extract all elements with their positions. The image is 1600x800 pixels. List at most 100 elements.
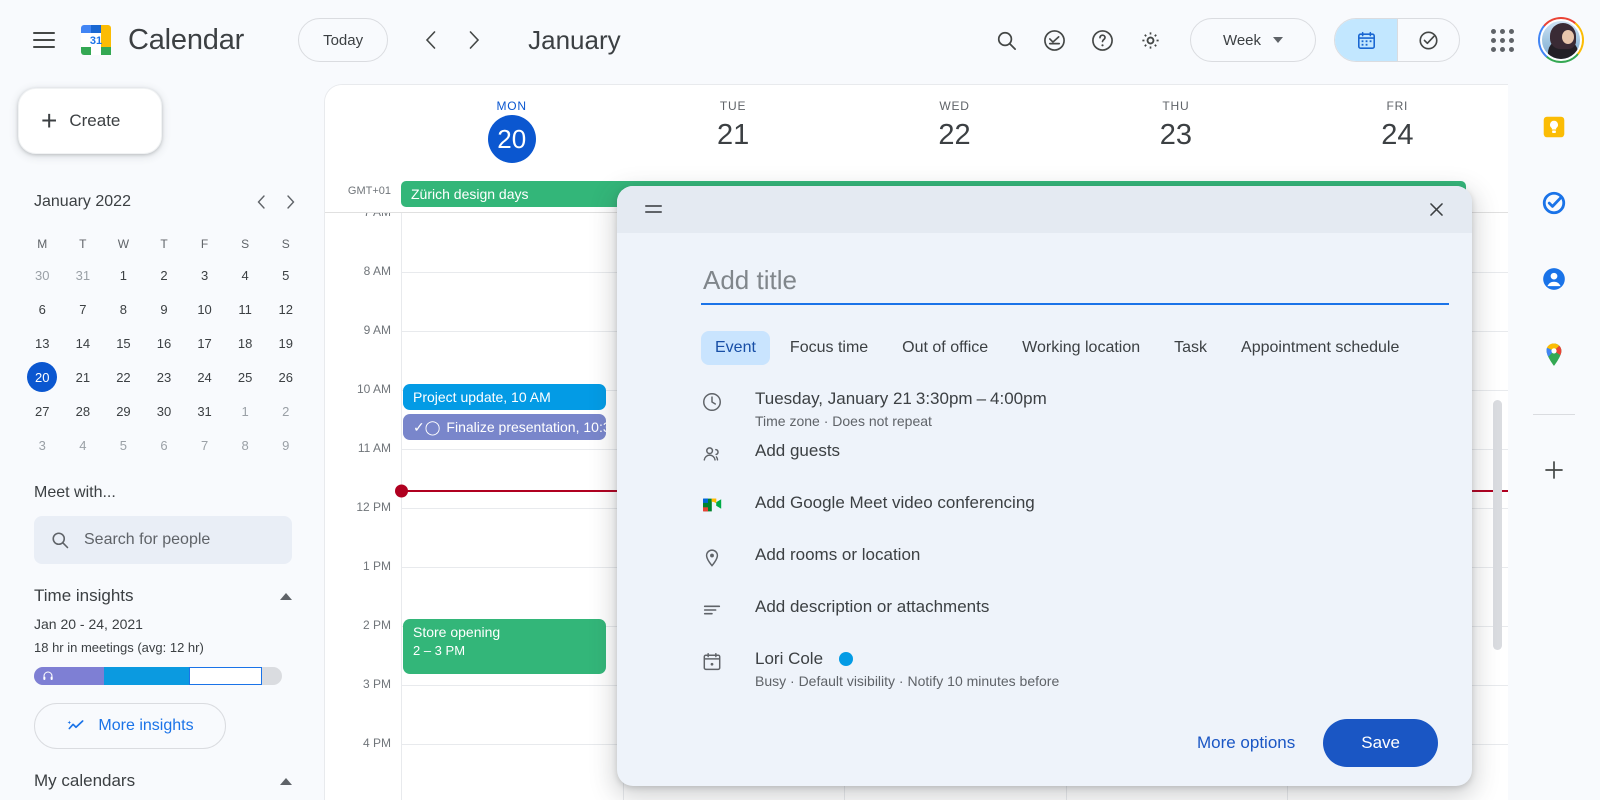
mini-calendar-day[interactable]: 6: [144, 428, 185, 462]
row-google-meet[interactable]: Add Google Meet video conferencing: [701, 493, 1442, 541]
mini-calendar-day[interactable]: 31: [63, 258, 104, 292]
tab-appointment-schedule[interactable]: Appointment schedule: [1227, 331, 1413, 365]
row-location[interactable]: Add rooms or location: [701, 545, 1442, 593]
today-button[interactable]: Today: [298, 18, 389, 62]
calendar-vertical-scrollbar[interactable]: [1493, 400, 1502, 650]
mini-calendar-day[interactable]: 26: [265, 360, 306, 394]
add-location-label[interactable]: Add rooms or location: [755, 545, 1442, 565]
mini-calendar-day[interactable]: 23: [144, 360, 185, 394]
day-header[interactable]: THU 23: [1065, 85, 1286, 179]
row-guests[interactable]: Add guests: [701, 441, 1442, 489]
google-contacts-icon[interactable]: [1533, 258, 1575, 300]
calendar-cell[interactable]: [401, 745, 623, 800]
mini-calendar-day[interactable]: 30: [22, 258, 63, 292]
toggle-tasks-view[interactable]: [1397, 19, 1459, 61]
add-description-label[interactable]: Add description or attachments: [755, 597, 1442, 617]
mini-calendar-day[interactable]: 7: [63, 292, 104, 326]
account-avatar[interactable]: [1538, 17, 1584, 63]
help-button[interactable]: [1078, 16, 1126, 64]
day-header-number[interactable]: 20: [487, 115, 536, 163]
calendar-event-finalize-presentation[interactable]: ✓◯ Finalize presentation, 10:30 AM: [403, 414, 606, 440]
toggle-calendar-view[interactable]: [1335, 19, 1397, 61]
day-header-number[interactable]: 22: [938, 119, 970, 152]
next-period-button[interactable]: [452, 18, 496, 62]
add-guests-label[interactable]: Add guests: [755, 441, 1442, 461]
mini-calendar-day[interactable]: 15: [103, 326, 144, 360]
mini-calendar-next[interactable]: [276, 187, 306, 217]
mini-calendar-day[interactable]: 2: [265, 394, 306, 428]
search-people-input[interactable]: Search for people: [34, 516, 292, 564]
mini-calendar-day[interactable]: 7: [184, 428, 225, 462]
my-calendars-header[interactable]: My calendars: [34, 771, 292, 791]
mini-calendar-day[interactable]: 3: [184, 258, 225, 292]
calendar-cell[interactable]: [401, 686, 623, 744]
calendar-cell[interactable]: [401, 509, 623, 567]
calendar-cell[interactable]: [401, 213, 623, 272]
event-start-time[interactable]: 3:30pm: [916, 389, 973, 409]
calendar-event-store-opening[interactable]: Store opening 2 – 3 PM: [403, 619, 606, 674]
mini-calendar-day[interactable]: 5: [103, 428, 144, 462]
google-keep-icon[interactable]: [1533, 106, 1575, 148]
day-header-number[interactable]: 24: [1381, 119, 1413, 152]
tab-event[interactable]: Event: [701, 330, 770, 365]
mini-calendar-day[interactable]: 19: [265, 326, 306, 360]
event-date[interactable]: Tuesday, January 21: [755, 389, 912, 409]
day-header[interactable]: MON 20: [401, 85, 622, 179]
calendar-cell[interactable]: [401, 273, 623, 331]
mini-calendar-day[interactable]: 16: [144, 326, 185, 360]
event-title-input[interactable]: [701, 258, 1449, 305]
more-options-button[interactable]: More options: [1197, 733, 1295, 753]
mini-calendar-day[interactable]: 27: [22, 394, 63, 428]
google-tasks-icon[interactable]: [1533, 182, 1575, 224]
add-app-button[interactable]: [1533, 449, 1575, 491]
drag-handle-icon[interactable]: [645, 205, 662, 214]
mini-calendar-prev[interactable]: [246, 187, 276, 217]
mini-calendar-day[interactable]: 10: [184, 292, 225, 326]
mini-calendar-day[interactable]: 8: [103, 292, 144, 326]
mini-calendar-day[interactable]: 5: [265, 258, 306, 292]
mini-calendar-day[interactable]: 3: [22, 428, 63, 462]
main-menu-icon[interactable]: [20, 16, 68, 64]
calendar-cell[interactable]: [401, 450, 623, 508]
mini-calendar-day[interactable]: 22: [103, 360, 144, 394]
google-calendar-logo[interactable]: 31: [76, 20, 116, 60]
google-apps-button[interactable]: [1478, 16, 1526, 64]
time-insights-header[interactable]: Time insights: [34, 586, 292, 606]
mini-calendar-day[interactable]: 30: [144, 394, 185, 428]
mini-calendar-day[interactable]: 4: [63, 428, 104, 462]
mini-calendar-day[interactable]: 14: [63, 326, 104, 360]
day-header-number[interactable]: 23: [1160, 119, 1192, 152]
mini-calendar-day[interactable]: 1: [103, 258, 144, 292]
mini-calendar-day[interactable]: 6: [22, 292, 63, 326]
mini-calendar-day[interactable]: 2: [144, 258, 185, 292]
event-end-time[interactable]: 4:00pm: [990, 389, 1047, 409]
mini-calendar-day[interactable]: 12: [265, 292, 306, 326]
tab-out-of-office[interactable]: Out of office: [888, 331, 1002, 365]
mini-calendar-day[interactable]: 21: [63, 360, 104, 394]
previous-period-button[interactable]: [408, 18, 452, 62]
mini-calendar-day[interactable]: 11: [225, 292, 266, 326]
mini-calendar-day[interactable]: 13: [22, 326, 63, 360]
mini-calendar-day[interactable]: 31: [184, 394, 225, 428]
mini-calendar-day[interactable]: 8: [225, 428, 266, 462]
dialog-drag-bar[interactable]: [617, 186, 1472, 233]
row-calendar-owner[interactable]: Lori Cole Busy · Default visibility · No…: [701, 649, 1442, 697]
day-header[interactable]: WED 22: [844, 85, 1065, 179]
day-header[interactable]: FRI 24: [1287, 85, 1508, 179]
mini-calendar-day[interactable]: 4: [225, 258, 266, 292]
close-dialog-button[interactable]: [1418, 191, 1454, 227]
mini-calendar-day[interactable]: 24: [184, 360, 225, 394]
google-maps-icon[interactable]: [1533, 334, 1575, 376]
add-meet-label[interactable]: Add Google Meet video conferencing: [755, 493, 1442, 513]
calendar-color-dot[interactable]: [839, 651, 854, 666]
calendar-cell[interactable]: [401, 332, 623, 390]
mini-calendar-day[interactable]: 17: [184, 326, 225, 360]
mini-calendar-day[interactable]: 18: [225, 326, 266, 360]
calendar-cell[interactable]: [401, 568, 623, 626]
mini-calendar-day[interactable]: 20: [22, 360, 63, 394]
event-timezone-repeat[interactable]: Time zone · Does not repeat: [755, 413, 1442, 429]
mini-calendar-day[interactable]: 25: [225, 360, 266, 394]
more-insights-button[interactable]: More insights: [34, 703, 226, 749]
tab-focus-time[interactable]: Focus time: [776, 331, 882, 365]
row-description[interactable]: Add description or attachments: [701, 597, 1442, 645]
